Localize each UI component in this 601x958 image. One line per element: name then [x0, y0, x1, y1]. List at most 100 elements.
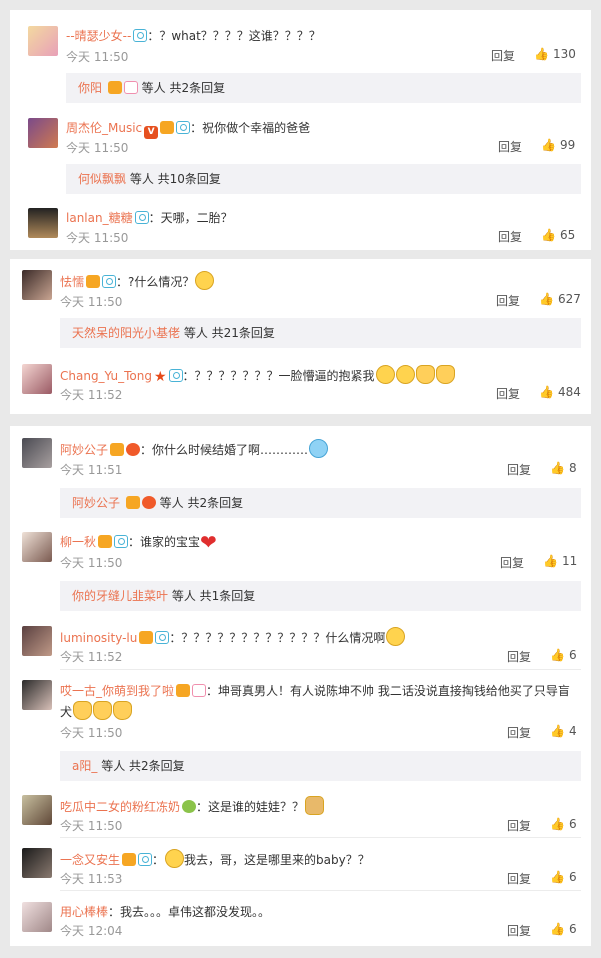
sub-replies[interactable]: 天然呆的阳光小基佬 等人 共21条回复	[60, 318, 581, 348]
thumb-up-icon: 👍	[550, 870, 565, 884]
sub-reply-summary[interactable]: 等人 共2条回复	[142, 81, 225, 95]
avatar[interactable]	[22, 848, 52, 878]
sub-reply-user[interactable]: 阿妙公子	[72, 496, 120, 510]
username-link[interactable]: 哎一古_你萌到我了啦	[60, 684, 174, 698]
camera-badge-icon	[102, 275, 117, 288]
comment-text: 我去，哥，这是哪里来的baby？？	[184, 853, 370, 867]
like-count: 130	[552, 47, 576, 61]
username-link[interactable]: Chang_Yu_Tong	[60, 369, 152, 383]
reply-button[interactable]: 回复	[498, 228, 522, 245]
sub-reply-user[interactable]: 你的牙缝儿韭菜叶	[72, 589, 168, 603]
like-button[interactable]: 👍 6	[550, 648, 577, 662]
sub-reply-user[interactable]: 天然呆的阳光小基佬	[72, 326, 180, 340]
comment-text: ：我去。。。卓伟这都没发现。。	[108, 905, 271, 919]
divider	[60, 669, 581, 670]
thumb-up-icon: 👍	[541, 228, 556, 242]
username-link[interactable]: lanlan_糖糖	[66, 211, 133, 225]
username-link[interactable]: 周杰伦_Music	[66, 121, 142, 135]
sub-reply-summary[interactable]: 等人 共1条回复	[172, 589, 255, 603]
camera-badge-icon	[168, 369, 183, 382]
cat-emoji-icon	[93, 701, 113, 720]
like-button[interactable]: 👍 6	[550, 817, 577, 831]
crown-badge-icon	[98, 535, 113, 548]
avatar[interactable]	[22, 795, 52, 825]
thumb-up-icon: 👍	[550, 648, 565, 662]
avatar[interactable]	[28, 118, 58, 148]
avatar[interactable]	[22, 902, 52, 932]
smile-emoji-icon	[395, 365, 415, 384]
comment-text: ：?什么情况？	[116, 275, 195, 289]
like-button[interactable]: 👍 11	[543, 554, 577, 568]
cat-emoji-icon	[73, 701, 93, 720]
reply-button[interactable]: 回复	[507, 461, 531, 478]
fire-badge-icon	[126, 443, 141, 456]
sub-replies[interactable]: 何似飘飘 等人 共10条回复	[66, 164, 581, 194]
comment-time: 今天 11:50	[66, 50, 129, 64]
like-button[interactable]: 👍 484	[539, 385, 581, 399]
avatar[interactable]	[22, 532, 52, 562]
like-button[interactable]: 👍 6	[550, 922, 577, 936]
sub-replies[interactable]: 阿妙公子 等人 共2条回复	[60, 488, 581, 518]
sub-reply-summary[interactable]: 等人 共2条回复	[101, 759, 184, 773]
username-link[interactable]: 怯懦	[60, 275, 84, 289]
thumb-up-icon: 👍	[541, 138, 556, 152]
avatar[interactable]	[22, 626, 52, 656]
like-button[interactable]: 👍 627	[539, 292, 581, 306]
reply-button[interactable]: 回复	[491, 47, 515, 64]
sub-reply-summary[interactable]: 等人 共2条回复	[160, 496, 243, 510]
like-button[interactable]: 👍 65	[541, 228, 575, 242]
reply-button[interactable]: 回复	[507, 648, 531, 665]
reply-button[interactable]: 回复	[500, 554, 524, 571]
like-count: 8	[568, 461, 577, 475]
sub-reply-user[interactable]: a阳_	[72, 759, 97, 773]
username-link[interactable]: 用心棒棒	[60, 905, 108, 919]
camera-badge-icon	[155, 631, 170, 644]
comment-time: 今天 11:50	[60, 819, 123, 833]
avatar[interactable]	[28, 208, 58, 238]
username-link[interactable]: luminosity-lu	[60, 631, 137, 645]
reply-button[interactable]: 回复	[507, 922, 531, 939]
crown-badge-icon	[160, 121, 175, 134]
reply-button[interactable]: 回复	[507, 724, 531, 741]
sub-reply-user[interactable]: 你阳	[78, 81, 102, 95]
thumb-up-icon: 👍	[550, 724, 565, 738]
reply-button[interactable]: 回复	[507, 870, 531, 887]
sub-replies[interactable]: 你阳 等人 共2条回复	[66, 73, 581, 103]
avatar[interactable]	[22, 270, 52, 300]
sub-reply-summary[interactable]: 等人 共21条回复	[184, 326, 275, 340]
sub-replies[interactable]: a阳_ 等人 共2条回复	[60, 751, 581, 781]
camera-badge-icon	[114, 535, 129, 548]
comment-text: ：祝你做个幸福的爸爸	[190, 121, 311, 135]
sub-reply-summary[interactable]: 等人 共10条回复	[130, 172, 221, 186]
like-button[interactable]: 👍 6	[550, 870, 577, 884]
like-button[interactable]: 👍 8	[550, 461, 577, 475]
comment-text: ：？what？？？？这谁？？？？	[147, 29, 321, 43]
avatar[interactable]	[22, 680, 52, 710]
verified-badge-icon: V	[144, 126, 159, 139]
username-link[interactable]: 吃瓜中二女的粉红冻奶	[60, 800, 180, 814]
avatar[interactable]	[28, 26, 58, 56]
sub-reply-user[interactable]: 何似飘飘	[78, 172, 126, 186]
like-button[interactable]: 👍 4	[550, 724, 577, 738]
reply-button[interactable]: 回复	[496, 292, 520, 309]
username-link[interactable]: 阿妙公子	[60, 443, 108, 457]
reply-button[interactable]: 回复	[496, 385, 520, 402]
avatar[interactable]	[22, 364, 52, 394]
username-link[interactable]: 柳一秋	[60, 535, 96, 549]
camera-badge-icon	[176, 121, 191, 134]
like-button[interactable]: 👍 130	[534, 47, 576, 61]
crown-badge-icon	[122, 853, 137, 866]
reply-button[interactable]: 回复	[507, 817, 531, 834]
thumb-up-icon: 👍	[539, 292, 554, 306]
comment-time: 今天 11:50	[66, 141, 129, 155]
smile-emoji-icon	[375, 365, 395, 384]
comment-time: 今天 11:53	[60, 872, 123, 886]
like-button[interactable]: 👍 99	[541, 138, 575, 152]
like-count: 4	[568, 724, 577, 738]
username-link[interactable]: --晴瑟少女--	[66, 29, 131, 43]
username-link[interactable]: 一念又安生	[60, 853, 120, 867]
reply-button[interactable]: 回复	[498, 138, 522, 155]
like-count: 6	[568, 870, 577, 884]
avatar[interactable]	[22, 438, 52, 468]
sub-replies[interactable]: 你的牙缝儿韭菜叶 等人 共1条回复	[60, 581, 581, 611]
